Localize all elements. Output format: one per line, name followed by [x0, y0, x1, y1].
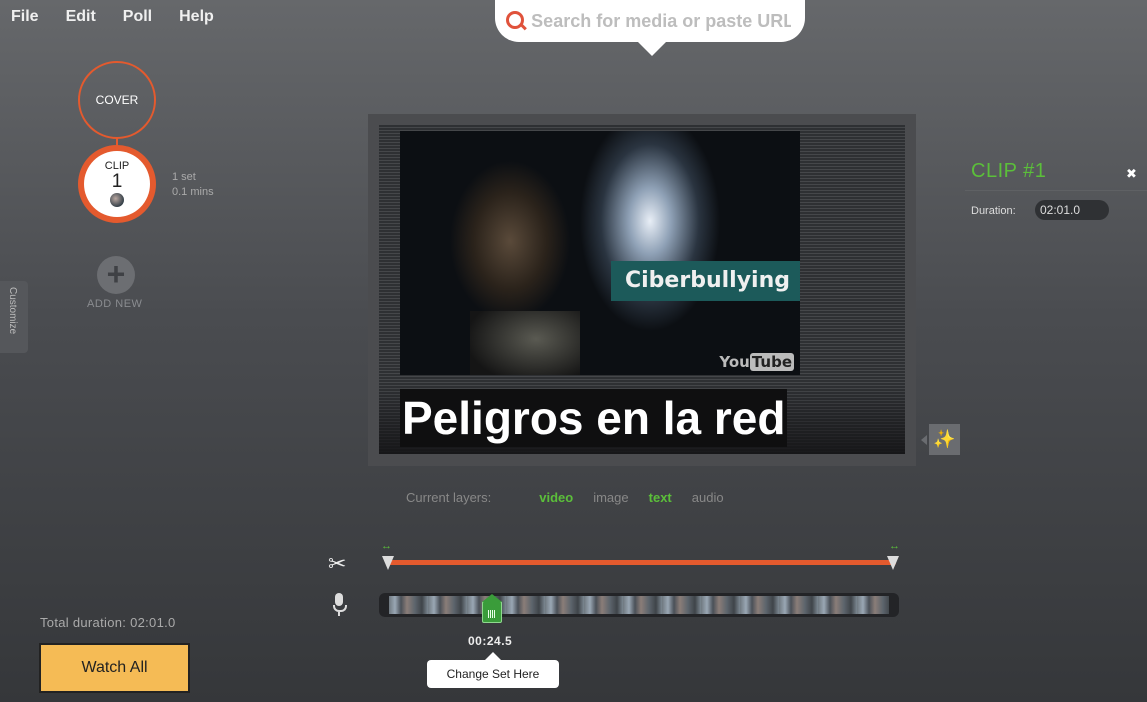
youtube-logo-tube: Tube — [749, 353, 794, 371]
layer-video[interactable]: video — [539, 490, 573, 505]
clip-node-number: 1 — [111, 171, 123, 192]
layers-label: Current layers: — [406, 490, 492, 505]
menu-edit[interactable]: Edit — [66, 0, 96, 34]
microphone-icon[interactable] — [332, 593, 347, 617]
customize-label: Customize — [7, 287, 18, 335]
cover-node[interactable]: COVER — [78, 61, 156, 139]
search-bar — [495, 0, 805, 56]
clip-sets: 1 set — [172, 171, 196, 183]
clip-thumbnail — [110, 193, 124, 207]
duration-label: Duration: — [971, 205, 1016, 217]
playhead-time: 00:24.5 — [468, 634, 513, 648]
search-icon[interactable] — [505, 10, 527, 32]
clip-node[interactable]: CLIP 1 — [78, 145, 156, 223]
clip-meta: 1 set 0.1 mins — [172, 170, 214, 200]
magic-wand-icon: ✨ — [933, 429, 956, 449]
youtube-logo: You Tube — [719, 353, 794, 371]
close-icon[interactable]: ✖ — [1126, 166, 1137, 182]
customize-tab[interactable]: Customize — [0, 281, 28, 353]
duration-field[interactable]: 02:01.0 — [1035, 200, 1109, 220]
clip-panel-title: CLIP #1 — [971, 160, 1047, 182]
watch-all-button[interactable]: Watch All — [39, 643, 190, 693]
plus-icon: + — [106, 256, 126, 292]
trim-bar[interactable] — [386, 560, 896, 565]
layer-audio[interactable]: audio — [692, 490, 724, 505]
current-layers: Current layers: video image text audio — [406, 490, 744, 505]
magic-wand-button[interactable]: ✨ — [921, 424, 960, 455]
trim-end-handle[interactable] — [887, 556, 899, 572]
layer-text[interactable]: text — [649, 490, 672, 505]
search-input[interactable] — [529, 9, 793, 33]
total-duration: Total duration: 02:01.0 — [40, 615, 176, 630]
divider — [965, 190, 1147, 191]
text-layer-title[interactable]: Peligros en la red — [400, 389, 788, 447]
scissors-icon[interactable]: ✂ — [328, 551, 346, 577]
menu-file[interactable]: File — [11, 0, 39, 34]
add-new-label[interactable]: ADD NEW — [87, 298, 142, 310]
trim-end-arrow-icon: ↔ — [889, 540, 900, 552]
video-caption: Ciberbullying — [611, 261, 800, 301]
clip-length: 0.1 mins — [172, 186, 214, 198]
filmstrip-timeline[interactable] — [379, 593, 899, 617]
video-layer[interactable]: Ciberbullying You Tube — [400, 131, 800, 375]
menu-poll[interactable]: Poll — [123, 0, 152, 34]
change-set-tooltip[interactable]: Change Set Here — [427, 652, 559, 688]
menu-help[interactable]: Help — [179, 0, 214, 34]
trim-start-handle[interactable] — [382, 556, 394, 572]
menu-bar: File Edit Poll Help — [0, 0, 230, 34]
playhead-handle[interactable] — [482, 594, 502, 623]
youtube-logo-you: You — [719, 353, 750, 371]
layer-image[interactable]: image — [593, 490, 628, 505]
add-new-button[interactable]: + — [97, 256, 135, 294]
trim-start-arrow-icon: ↔ — [381, 540, 392, 552]
